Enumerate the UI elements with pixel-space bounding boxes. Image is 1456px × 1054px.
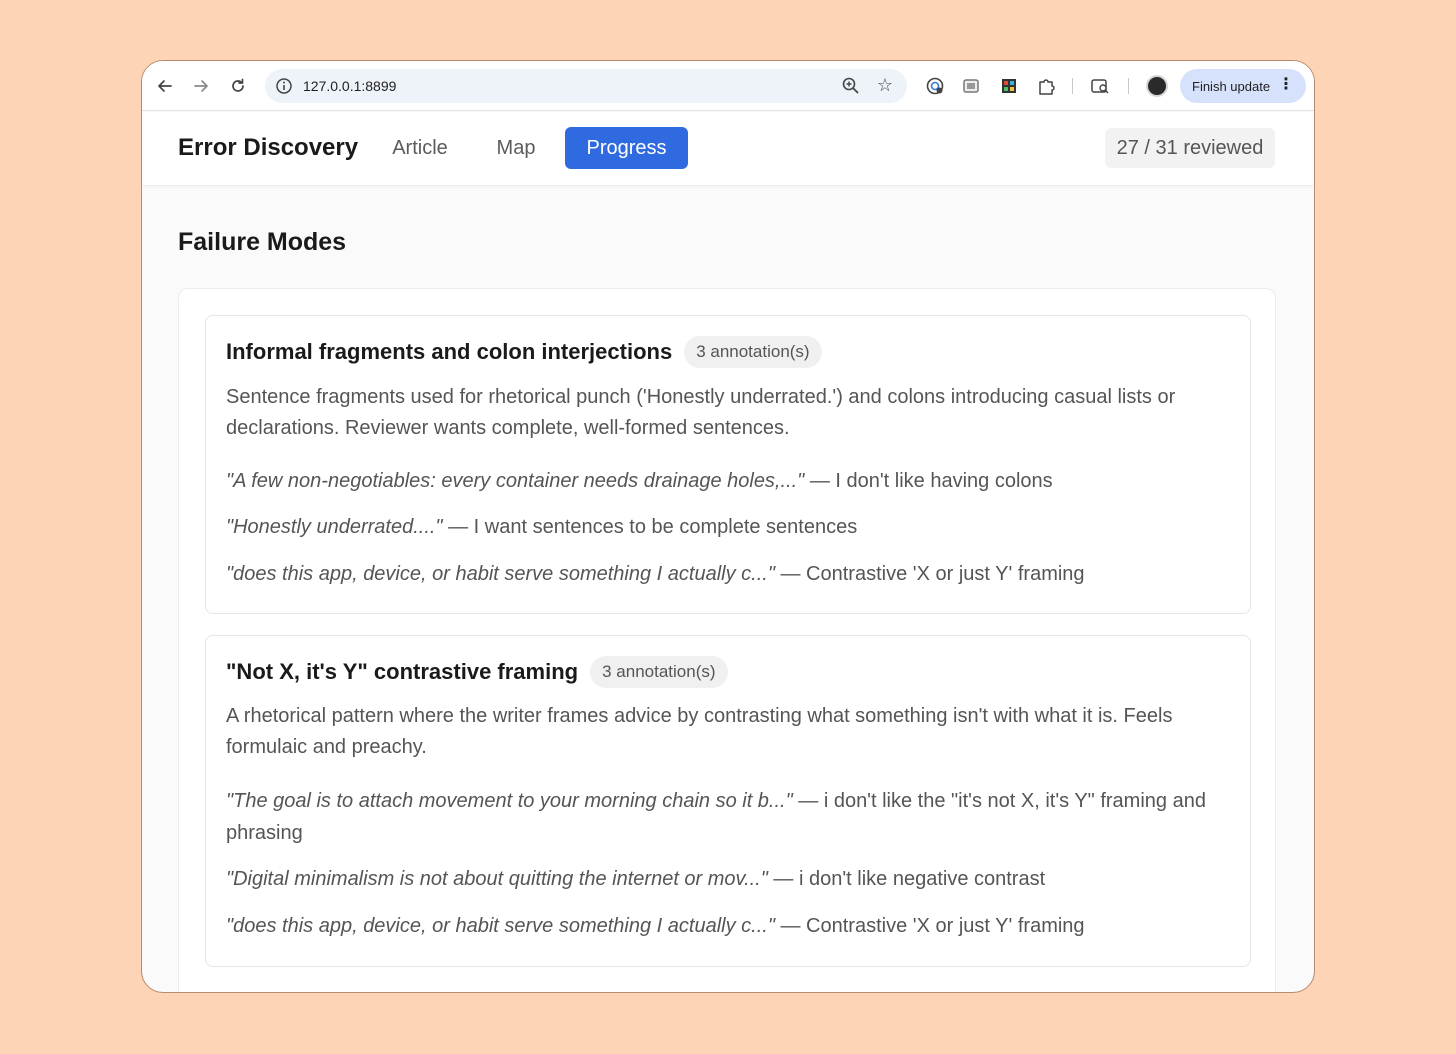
extension-screenshot-icon[interactable] [960, 75, 982, 97]
example-note: — i don't like negative contrast [767, 868, 1046, 890]
nav-article[interactable]: Article [374, 127, 466, 169]
address-bar[interactable]: 127.0.0.1:8899 ☆ [265, 69, 907, 103]
card-description: Sentence fragments used for rhetorical p… [226, 386, 1176, 439]
card-title: "Not X, it's Y" contrastive framing [226, 659, 579, 684]
example-note: — I don't like having colons [804, 470, 1053, 492]
reviewed-count-badge: 27 / 31 reviewed [1105, 128, 1275, 168]
nav-progress[interactable]: Progress [565, 127, 688, 169]
example-item: "A few non-negotiables: every container … [226, 465, 1236, 497]
example-item: "The goal is to attach movement to your … [226, 785, 1236, 849]
page-title: Failure Modes [178, 228, 347, 256]
example-note: — I want sentences to be complete senten… [442, 516, 858, 538]
extension-tracker-icon[interactable] [924, 75, 946, 97]
example-quote: "does this app, device, or habit serve s… [226, 915, 775, 937]
failure-mode-card: Informal fragments and colon interjectio… [205, 315, 1251, 614]
url-text[interactable]: 127.0.0.1:8899 [303, 78, 396, 94]
example-note: — Contrastive 'X or just Y' framing [774, 915, 1085, 937]
back-icon[interactable] [154, 75, 176, 97]
example-item: "Honestly underrated...." — I want sente… [226, 511, 1236, 543]
example-item: "does this app, device, or habit serve s… [226, 558, 1236, 590]
nav-map[interactable]: Map [478, 127, 554, 169]
toolbar-divider [1072, 78, 1073, 94]
annotation-count-badge: 3 annotation(s) [684, 336, 822, 368]
more-vertical-icon[interactable]: ⋮ [1278, 77, 1294, 93]
example-item: "Digital minimalism is not about quittin… [226, 863, 1236, 895]
bookmark-star-icon[interactable]: ☆ [875, 75, 895, 95]
annotation-count-badge: 3 annotation(s) [590, 656, 728, 688]
profile-avatar[interactable] [1146, 75, 1168, 97]
site-info-icon[interactable] [275, 77, 293, 95]
browser-toolbar: 127.0.0.1:8899 ☆ Finish update ⋮ [142, 61, 1314, 111]
failure-mode-card: "Not X, it's Y" contrastive framing 3 an… [205, 635, 1251, 967]
example-quote: "A few non-negotiables: every container … [226, 470, 805, 492]
extension-pixel-icon[interactable] [998, 75, 1020, 97]
toolbar-divider [1128, 78, 1129, 94]
failure-modes-panel: Informal fragments and colon interjectio… [178, 288, 1276, 992]
tab-search-icon[interactable] [1089, 75, 1111, 97]
example-quote: "The goal is to attach movement to your … [226, 790, 793, 812]
example-item: "does this app, device, or habit serve s… [226, 910, 1236, 942]
card-header: Informal fragments and colon interjectio… [226, 336, 822, 368]
browser-window: 127.0.0.1:8899 ☆ Finish update ⋮ Error D… [141, 60, 1315, 993]
card-description: A rhetorical pattern where the writer fr… [226, 705, 1173, 758]
reload-icon[interactable] [227, 75, 249, 97]
app-header: Error Discovery Article Map Progress 27 … [142, 112, 1314, 186]
example-quote: "does this app, device, or habit serve s… [226, 563, 775, 585]
app-brand: Error Discovery [178, 134, 359, 161]
example-note: — Contrastive 'X or just Y' framing [774, 563, 1085, 585]
zoom-icon[interactable] [841, 76, 861, 96]
extensions-puzzle-icon[interactable] [1035, 75, 1057, 97]
card-title: Informal fragments and colon interjectio… [226, 339, 673, 364]
forward-icon[interactable] [190, 75, 212, 97]
card-header: "Not X, it's Y" contrastive framing 3 an… [226, 656, 728, 688]
example-quote: "Digital minimalism is not about quittin… [226, 868, 768, 890]
example-quote: "Honestly underrated...." [226, 516, 443, 538]
finish-update-button[interactable]: Finish update ⋮ [1180, 69, 1306, 103]
finish-update-label: Finish update [1192, 78, 1271, 94]
